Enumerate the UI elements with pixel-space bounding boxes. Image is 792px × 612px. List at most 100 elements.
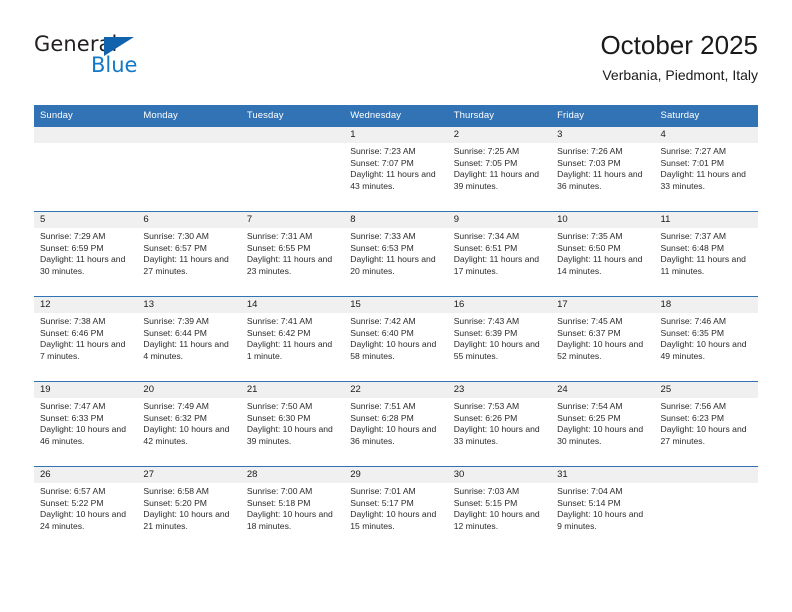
calendar-day-cell[interactable]: 15 Sunrise: 7:42 AM Sunset: 6:40 PM Dayligh… xyxy=(344,296,448,382)
calendar-day-cell[interactable]: 1 Sunrise: 7:23 AM Sunset: 7:07 PM Daylight… xyxy=(344,127,448,212)
day-number: 22 xyxy=(344,382,448,398)
day-details: Sunrise: 7:39 AM Sunset: 6:44 PM Daylight:… xyxy=(137,313,240,362)
calendar-day-cell[interactable]: 10 Sunrise: 7:35 AM Sunset: 6:50 PM Dayligh… xyxy=(551,211,655,297)
daylight-text: Daylight: 10 hours and 21 minutes. xyxy=(143,509,230,531)
daylight-text: Daylight: 11 hours and 23 minutes. xyxy=(246,254,333,276)
calendar-day-cell[interactable]: 19 Sunrise: 7:47 AM Sunset: 6:33 PM Dayligh… xyxy=(34,381,138,467)
calendar-day-cell[interactable]: 9 Sunrise: 7:34 AM Sunset: 6:51 PM Daylight… xyxy=(447,211,552,297)
calendar-week-row: 26 Sunrise: 6:57 AM Sunset: 5:22 PM Dayligh… xyxy=(34,466,758,551)
sunrise-text: Sunrise: 7:42 AM xyxy=(350,316,416,326)
calendar-day-cell[interactable]: 30 Sunrise: 7:03 AM Sunset: 5:15 PM Dayligh… xyxy=(447,466,552,551)
sunset-text: Sunset: 7:03 PM xyxy=(557,157,621,168)
calendar-day-cell[interactable]: 16 Sunrise: 7:43 AM Sunset: 6:39 PM Dayligh… xyxy=(447,296,552,382)
sunrise-text: Sunrise: 7:33 AM xyxy=(350,231,416,241)
day-cell-inner: 8 Sunrise: 7:33 AM Sunset: 6:53 PM Daylight… xyxy=(344,212,448,296)
day-details: Sunrise: 7:01 AM Sunset: 5:17 PM Daylight:… xyxy=(344,483,447,532)
calendar-day-cell[interactable]: 5 Sunrise: 7:29 AM Sunset: 6:59 PM Daylight… xyxy=(34,211,138,297)
day-number: 13 xyxy=(137,297,241,313)
sunrise-text: Sunrise: 7:35 AM xyxy=(557,231,623,241)
day-cell-inner: 10 Sunrise: 7:35 AM Sunset: 6:50 PM Dayligh… xyxy=(551,212,655,296)
calendar-day-cell[interactable]: 2 Sunrise: 7:25 AM Sunset: 7:05 PM Daylight… xyxy=(447,127,552,212)
daylight-text: Daylight: 10 hours and 24 minutes. xyxy=(40,509,126,531)
day-number: 15 xyxy=(344,297,448,313)
calendar-day-cell[interactable]: 17 Sunrise: 7:45 AM Sunset: 6:37 PM Dayligh… xyxy=(551,296,655,382)
calendar-day-cell[interactable]: 31 Sunrise: 7:04 AM Sunset: 5:14 PM Dayligh… xyxy=(551,466,655,551)
calendar-day-cell[interactable]: 7 Sunrise: 7:31 AM Sunset: 6:55 PM Daylight… xyxy=(240,211,345,297)
sunset-text: Sunset: 6:40 PM xyxy=(350,327,414,338)
daylight-text: Daylight: 10 hours and 18 minutes. xyxy=(246,509,333,531)
calendar-day-cell[interactable]: 24 Sunrise: 7:54 AM Sunset: 6:25 PM Dayligh… xyxy=(551,381,655,467)
day-number: 7 xyxy=(240,212,345,228)
day-cell-inner: 22 Sunrise: 7:51 AM Sunset: 6:28 PM Dayligh… xyxy=(344,382,448,466)
sunset-text: Sunset: 7:05 PM xyxy=(453,157,518,168)
calendar-day-cell[interactable]: 4 Sunrise: 7:27 AM Sunset: 7:01 PM Daylight… xyxy=(654,127,758,212)
daylight-text: Daylight: 11 hours and 30 minutes. xyxy=(40,254,126,276)
daylight-text: Daylight: 10 hours and 49 minutes. xyxy=(660,339,747,361)
day-details: Sunrise: 7:46 AM Sunset: 6:35 PM Daylight:… xyxy=(655,313,758,362)
day-number: 17 xyxy=(551,297,655,313)
day-number: 25 xyxy=(654,382,758,398)
calendar-day-cell[interactable]: 18 Sunrise: 7:46 AM Sunset: 6:35 PM Dayligh… xyxy=(654,296,758,382)
calendar-day-cell[interactable]: 12 Sunrise: 7:38 AM Sunset: 6:46 PM Dayligh… xyxy=(34,296,138,382)
sunset-text: Sunset: 5:17 PM xyxy=(350,497,414,508)
calendar-day-cell[interactable]: 28 Sunrise: 7:00 AM Sunset: 5:18 PM Dayligh… xyxy=(240,466,345,551)
day-cell-inner xyxy=(240,127,345,211)
daylight-text: Daylight: 11 hours and 17 minutes. xyxy=(453,254,540,276)
calendar-day-cell[interactable]: 3 Sunrise: 7:26 AM Sunset: 7:03 PM Daylight… xyxy=(551,127,655,212)
day-number: 21 xyxy=(240,382,345,398)
daylight-text: Daylight: 11 hours and 1 minute. xyxy=(246,339,333,361)
calendar-day-cell[interactable]: 6 Sunrise: 7:30 AM Sunset: 6:57 PM Daylight… xyxy=(137,211,241,297)
sunset-text: Sunset: 6:55 PM xyxy=(246,242,311,253)
daylight-text: Daylight: 11 hours and 36 minutes. xyxy=(557,169,643,191)
day-cell-inner: 7 Sunrise: 7:31 AM Sunset: 6:55 PM Daylight… xyxy=(240,212,345,296)
day-cell-inner: 17 Sunrise: 7:45 AM Sunset: 6:37 PM Dayligh… xyxy=(551,297,655,381)
day-cell-inner: 29 Sunrise: 7:01 AM Sunset: 5:17 PM Dayligh… xyxy=(344,467,448,551)
day-number: 16 xyxy=(447,297,552,313)
calendar-day-cell[interactable]: 20 Sunrise: 7:49 AM Sunset: 6:32 PM Dayligh… xyxy=(137,381,241,467)
sunset-text: Sunset: 6:25 PM xyxy=(557,412,621,423)
day-cell-inner: 20 Sunrise: 7:49 AM Sunset: 6:32 PM Dayligh… xyxy=(137,382,241,466)
calendar-day-cell[interactable]: 8 Sunrise: 7:33 AM Sunset: 6:53 PM Daylight… xyxy=(344,211,448,297)
day-details: Sunrise: 7:37 AM Sunset: 6:48 PM Daylight:… xyxy=(655,228,758,277)
calendar-day-cell[interactable]: 22 Sunrise: 7:51 AM Sunset: 6:28 PM Dayligh… xyxy=(344,381,448,467)
calendar-day-cell[interactable]: 13 Sunrise: 7:39 AM Sunset: 6:44 PM Dayligh… xyxy=(137,296,241,382)
calendar-day-cell[interactable]: 27 Sunrise: 6:58 AM Sunset: 5:20 PM Dayligh… xyxy=(137,466,241,551)
sunset-text: Sunset: 7:01 PM xyxy=(660,157,725,168)
calendar-day-cell[interactable]: 23 Sunrise: 7:53 AM Sunset: 6:26 PM Dayligh… xyxy=(447,381,552,467)
daylight-text: Daylight: 10 hours and 58 minutes. xyxy=(350,339,437,361)
weekday-header-sunday: Sunday xyxy=(34,105,138,127)
sunset-text: Sunset: 6:35 PM xyxy=(660,327,725,338)
day-number: 3 xyxy=(551,127,655,143)
calendar-day-cell xyxy=(34,127,138,212)
day-details: Sunrise: 7:25 AM Sunset: 7:05 PM Daylight:… xyxy=(448,143,551,192)
general-blue-logo[interactable]: General Blue xyxy=(34,32,254,90)
weekday-header-friday: Friday xyxy=(551,105,655,127)
sunset-text: Sunset: 6:26 PM xyxy=(453,412,518,423)
day-cell-inner: 11 Sunrise: 7:37 AM Sunset: 6:48 PM Dayligh… xyxy=(654,212,758,296)
calendar-day-cell[interactable]: 14 Sunrise: 7:41 AM Sunset: 6:42 PM Dayligh… xyxy=(240,296,345,382)
sunset-text: Sunset: 6:32 PM xyxy=(143,412,207,423)
daylight-text: Daylight: 10 hours and 46 minutes. xyxy=(40,424,126,446)
day-cell-inner: 19 Sunrise: 7:47 AM Sunset: 6:33 PM Dayligh… xyxy=(34,382,138,466)
day-details: Sunrise: 7:51 AM Sunset: 6:28 PM Daylight:… xyxy=(344,398,447,447)
calendar-day-cell[interactable]: 26 Sunrise: 6:57 AM Sunset: 5:22 PM Dayligh… xyxy=(34,466,138,551)
sunset-text: Sunset: 5:20 PM xyxy=(143,497,207,508)
calendar-day-cell[interactable]: 29 Sunrise: 7:01 AM Sunset: 5:17 PM Dayligh… xyxy=(344,466,448,551)
calendar-day-cell[interactable]: 25 Sunrise: 7:56 AM Sunset: 6:23 PM Dayligh… xyxy=(654,381,758,467)
day-cell-inner xyxy=(654,467,758,551)
day-details: Sunrise: 7:54 AM Sunset: 6:25 PM Daylight:… xyxy=(551,398,654,447)
sunrise-text: Sunrise: 7:31 AM xyxy=(246,231,313,241)
day-details: Sunrise: 7:00 AM Sunset: 5:18 PM Daylight:… xyxy=(241,483,344,532)
weekday-header-monday: Monday xyxy=(137,105,241,127)
day-number xyxy=(654,467,758,483)
calendar-day-cell[interactable]: 11 Sunrise: 7:37 AM Sunset: 6:48 PM Dayligh… xyxy=(654,211,758,297)
day-details: Sunrise: 6:57 AM Sunset: 5:22 PM Daylight:… xyxy=(34,483,137,532)
day-number: 2 xyxy=(447,127,552,143)
daylight-text: Daylight: 11 hours and 11 minutes. xyxy=(660,254,746,276)
sunrise-text: Sunrise: 7:38 AM xyxy=(40,316,106,326)
day-details: Sunrise: 7:43 AM Sunset: 6:39 PM Daylight:… xyxy=(448,313,551,362)
day-number: 8 xyxy=(344,212,448,228)
calendar-day-cell[interactable]: 21 Sunrise: 7:50 AM Sunset: 6:30 PM Dayligh… xyxy=(240,381,345,467)
day-cell-inner xyxy=(34,127,138,211)
sunrise-text: Sunrise: 7:37 AM xyxy=(660,231,726,241)
